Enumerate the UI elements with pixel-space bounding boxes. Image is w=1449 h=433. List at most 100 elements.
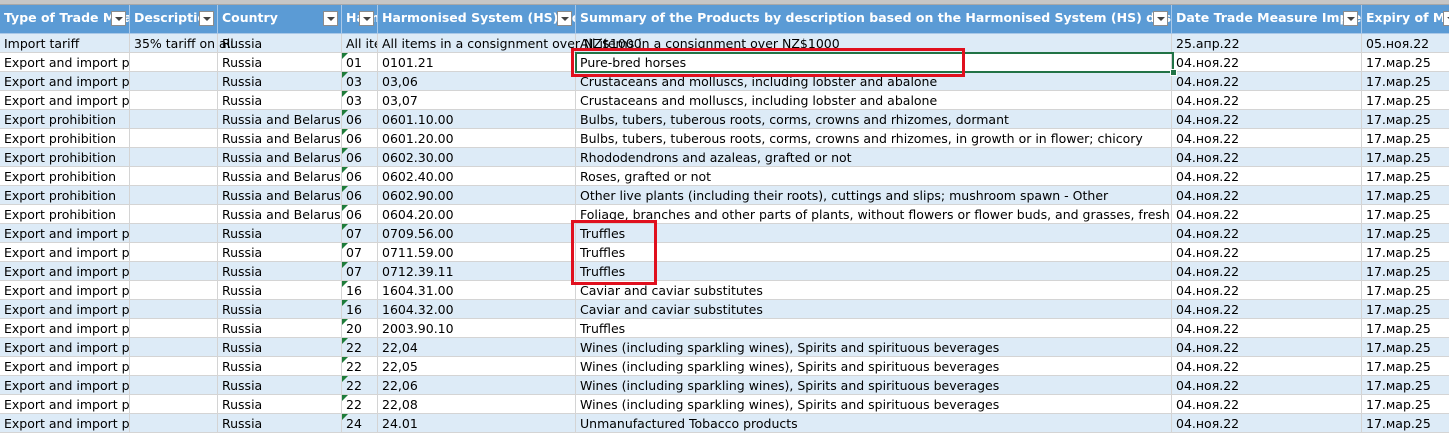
cell-country[interactable]: Russia xyxy=(218,91,342,110)
cell-hs-code[interactable]: 24.01 xyxy=(378,414,576,433)
cell-hs-code[interactable]: 22,04 xyxy=(378,338,576,357)
cell-summary[interactable]: Rhododendrons and azaleas, grafted or no… xyxy=(576,148,1172,167)
cell-country[interactable]: Russia xyxy=(218,357,342,376)
cell-type-of-trade-measure[interactable]: Export and import prohibition xyxy=(0,357,130,376)
cell-date-implemented[interactable]: 04.ноя.22 xyxy=(1172,205,1362,224)
cell-country[interactable]: Russia and Belarus xyxy=(218,129,342,148)
cell-type-of-trade-measure[interactable]: Export and import prohibition xyxy=(0,319,130,338)
cell-description[interactable] xyxy=(130,262,218,281)
cell-type-of-trade-measure[interactable]: Export and import prohibition xyxy=(0,395,130,414)
cell-date-implemented[interactable]: 04.ноя.22 xyxy=(1172,395,1362,414)
cell-country[interactable]: Russia xyxy=(218,53,342,72)
cell-expiry[interactable]: 17.мар.25 xyxy=(1362,148,1449,167)
cell-hs-chapter[interactable]: 16 xyxy=(342,300,378,319)
cell-expiry[interactable]: 17.мар.25 xyxy=(1362,110,1449,129)
cell-summary[interactable]: Truffles xyxy=(576,224,1172,243)
cell-hs-chapter[interactable]: 06 xyxy=(342,186,378,205)
cell-date-implemented[interactable]: 04.ноя.22 xyxy=(1172,281,1362,300)
cell-expiry[interactable]: 17.мар.25 xyxy=(1362,262,1449,281)
cell-country[interactable]: Russia xyxy=(218,319,342,338)
cell-summary[interactable]: Caviar and caviar substitutes xyxy=(576,300,1172,319)
cell-type-of-trade-measure[interactable]: Export and import prohibition xyxy=(0,281,130,300)
cell-hs-chapter[interactable]: 07 xyxy=(342,243,378,262)
cell-country[interactable]: Russia xyxy=(218,262,342,281)
filter-dropdown-icon[interactable] xyxy=(111,11,126,26)
cell-hs-code[interactable]: 1604.31.00 xyxy=(378,281,576,300)
cell-date-implemented[interactable]: 04.ноя.22 xyxy=(1172,319,1362,338)
cell-summary[interactable]: Wines (including sparkling wines), Spiri… xyxy=(576,338,1172,357)
cell-summary[interactable]: Other live plants (including their roots… xyxy=(576,186,1172,205)
header-hs-code[interactable]: Harmonised System (HS) Code xyxy=(378,5,576,34)
cell-hs-code[interactable]: 03,07 xyxy=(378,91,576,110)
cell-expiry[interactable]: 17.мар.25 xyxy=(1362,376,1449,395)
cell-hs-chapter[interactable]: 06 xyxy=(342,129,378,148)
cell-expiry[interactable]: 17.мар.25 xyxy=(1362,357,1449,376)
cell-country[interactable]: Russia xyxy=(218,300,342,319)
cell-hs-chapter[interactable]: 06 xyxy=(342,167,378,186)
header-type-of-trade-measure[interactable]: Type of Trade Measure xyxy=(0,5,130,34)
cell-hs-chapter[interactable]: 06 xyxy=(342,148,378,167)
cell-date-implemented[interactable]: 04.ноя.22 xyxy=(1172,186,1362,205)
cell-hs-code[interactable]: 0601.10.00 xyxy=(378,110,576,129)
cell-expiry[interactable]: 17.мар.25 xyxy=(1362,72,1449,91)
cell-description[interactable] xyxy=(130,376,218,395)
cell-date-implemented[interactable]: 04.ноя.22 xyxy=(1172,300,1362,319)
cell-hs-code[interactable]: 22,08 xyxy=(378,395,576,414)
cell-date-implemented[interactable]: 25.апр.22 xyxy=(1172,34,1362,53)
cell-hs-chapter[interactable]: 07 xyxy=(342,262,378,281)
cell-type-of-trade-measure[interactable]: Export and import prohibition xyxy=(0,91,130,110)
cell-country[interactable]: Russia and Belarus xyxy=(218,148,342,167)
cell-hs-code[interactable]: 0601.20.00 xyxy=(378,129,576,148)
cell-type-of-trade-measure[interactable]: Export and import prohibition xyxy=(0,72,130,91)
cell-expiry[interactable]: 17.мар.25 xyxy=(1362,167,1449,186)
cell-date-implemented[interactable]: 04.ноя.22 xyxy=(1172,357,1362,376)
cell-description[interactable] xyxy=(130,395,218,414)
cell-description[interactable] xyxy=(130,129,218,148)
cell-description[interactable] xyxy=(130,205,218,224)
cell-summary[interactable]: Pure-bred horses xyxy=(576,53,1172,72)
cell-type-of-trade-measure[interactable]: Export and import prohibition xyxy=(0,224,130,243)
cell-summary[interactable]: Roses, grafted or not xyxy=(576,167,1172,186)
cell-description[interactable] xyxy=(130,186,218,205)
cell-type-of-trade-measure[interactable]: Export prohibition xyxy=(0,205,130,224)
cell-description[interactable] xyxy=(130,414,218,433)
cell-summary[interactable]: Foliage, branches and other parts of pla… xyxy=(576,205,1172,224)
cell-type-of-trade-measure[interactable]: Export and import prohibition xyxy=(0,376,130,395)
cell-hs-chapter[interactable]: 22 xyxy=(342,376,378,395)
cell-description[interactable]: 35% tariff on all xyxy=(130,34,234,53)
cell-expiry[interactable]: 17.мар.25 xyxy=(1362,319,1449,338)
cell-hs-code[interactable]: 0604.20.00 xyxy=(378,205,576,224)
cell-description[interactable] xyxy=(130,148,218,167)
cell-type-of-trade-measure[interactable]: Export prohibition xyxy=(0,167,130,186)
cell-type-of-trade-measure[interactable]: Export and import prohibition xyxy=(0,243,130,262)
cell-hs-code[interactable]: 0602.40.00 xyxy=(378,167,576,186)
cell-summary[interactable]: Truffles xyxy=(576,262,1172,281)
cell-country[interactable]: Russia xyxy=(218,395,342,414)
cell-country[interactable]: Russia xyxy=(218,224,342,243)
cell-expiry[interactable]: 17.мар.25 xyxy=(1362,186,1449,205)
cell-description[interactable] xyxy=(130,224,218,243)
cell-summary[interactable]: Truffles xyxy=(576,243,1172,262)
cell-hs-chapter[interactable]: 06 xyxy=(342,205,378,224)
cell-hs-chapter[interactable]: 24 xyxy=(342,414,378,433)
header-date-implemented[interactable]: Date Trade Measure Implemented xyxy=(1172,5,1362,34)
cell-country[interactable]: Russia xyxy=(218,243,342,262)
cell-country[interactable]: Russia xyxy=(218,72,342,91)
cell-hs-chapter[interactable]: All items xyxy=(342,34,378,53)
cell-description[interactable] xyxy=(130,300,218,319)
cell-hs-code[interactable]: 0711.59.00 xyxy=(378,243,576,262)
header-description[interactable]: Description xyxy=(130,5,218,34)
cell-description[interactable] xyxy=(130,357,218,376)
cell-description[interactable] xyxy=(130,338,218,357)
cell-expiry[interactable]: 17.мар.25 xyxy=(1362,53,1449,72)
cell-date-implemented[interactable]: 04.ноя.22 xyxy=(1172,129,1362,148)
cell-summary[interactable]: Wines (including sparkling wines), Spiri… xyxy=(576,395,1172,414)
cell-type-of-trade-measure[interactable]: Import tariff xyxy=(0,34,130,53)
cell-country[interactable]: Russia xyxy=(218,281,342,300)
cell-summary[interactable]: Bulbs, tubers, tuberous roots, corms, cr… xyxy=(576,129,1172,148)
header-hs-chapter[interactable]: Harmonised System (HS) Chapter xyxy=(342,5,378,34)
cell-type-of-trade-measure[interactable]: Export prohibition xyxy=(0,110,130,129)
cell-hs-chapter[interactable]: 07 xyxy=(342,224,378,243)
cell-date-implemented[interactable]: 04.ноя.22 xyxy=(1172,167,1362,186)
cell-country[interactable]: Russia and Belarus xyxy=(218,205,342,224)
